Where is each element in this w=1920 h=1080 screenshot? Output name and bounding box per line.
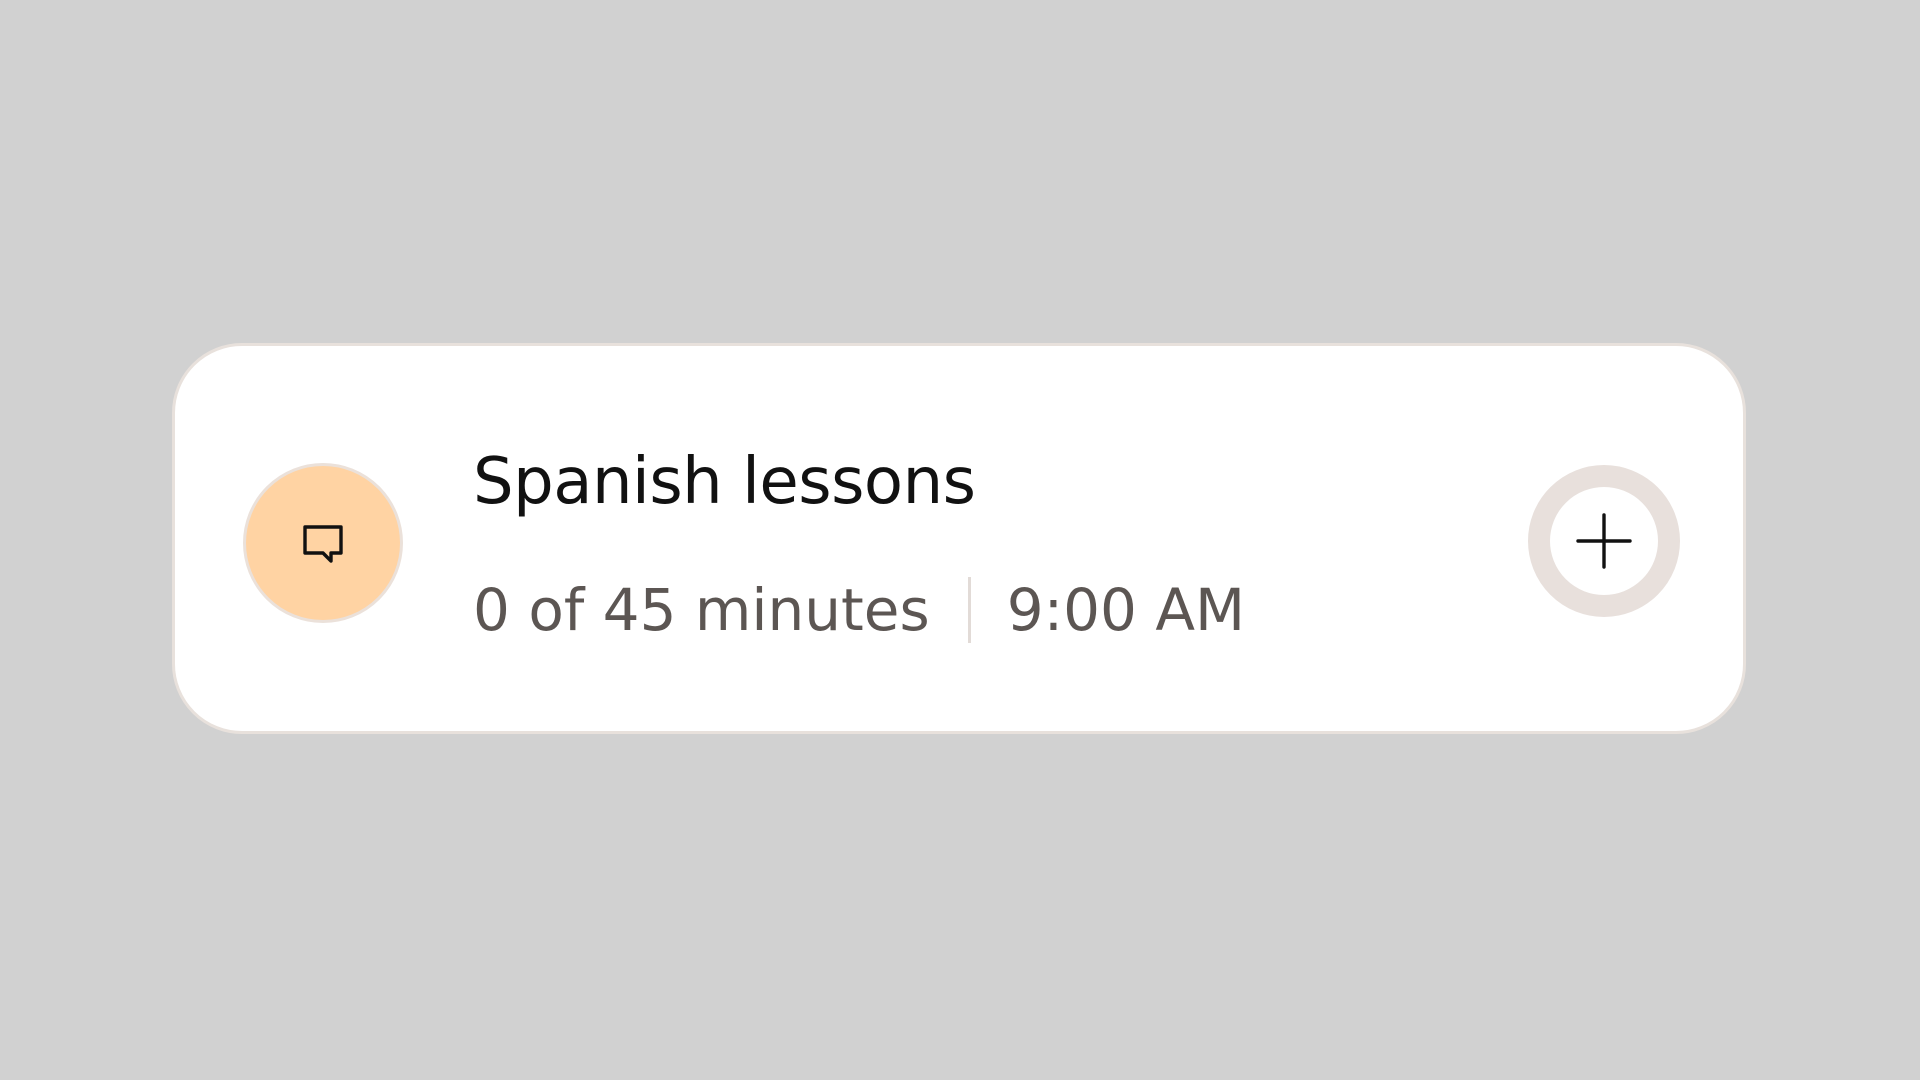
plus-icon [1576, 513, 1632, 569]
activity-title: Spanish lessons [473, 445, 976, 519]
activity-icon-badge [243, 463, 403, 623]
activity-card[interactable]: Spanish lessons 0 of 45 minutes 9:00 AM [172, 343, 1746, 734]
activity-meta: 0 of 45 minutes 9:00 AM [473, 570, 1245, 650]
add-progress-button[interactable] [1528, 465, 1680, 617]
chat-bubble-icon [303, 525, 343, 563]
activity-time: 9:00 AM [1006, 576, 1246, 644]
meta-divider [967, 577, 971, 643]
progress-text: 0 of 45 minutes [473, 576, 930, 644]
